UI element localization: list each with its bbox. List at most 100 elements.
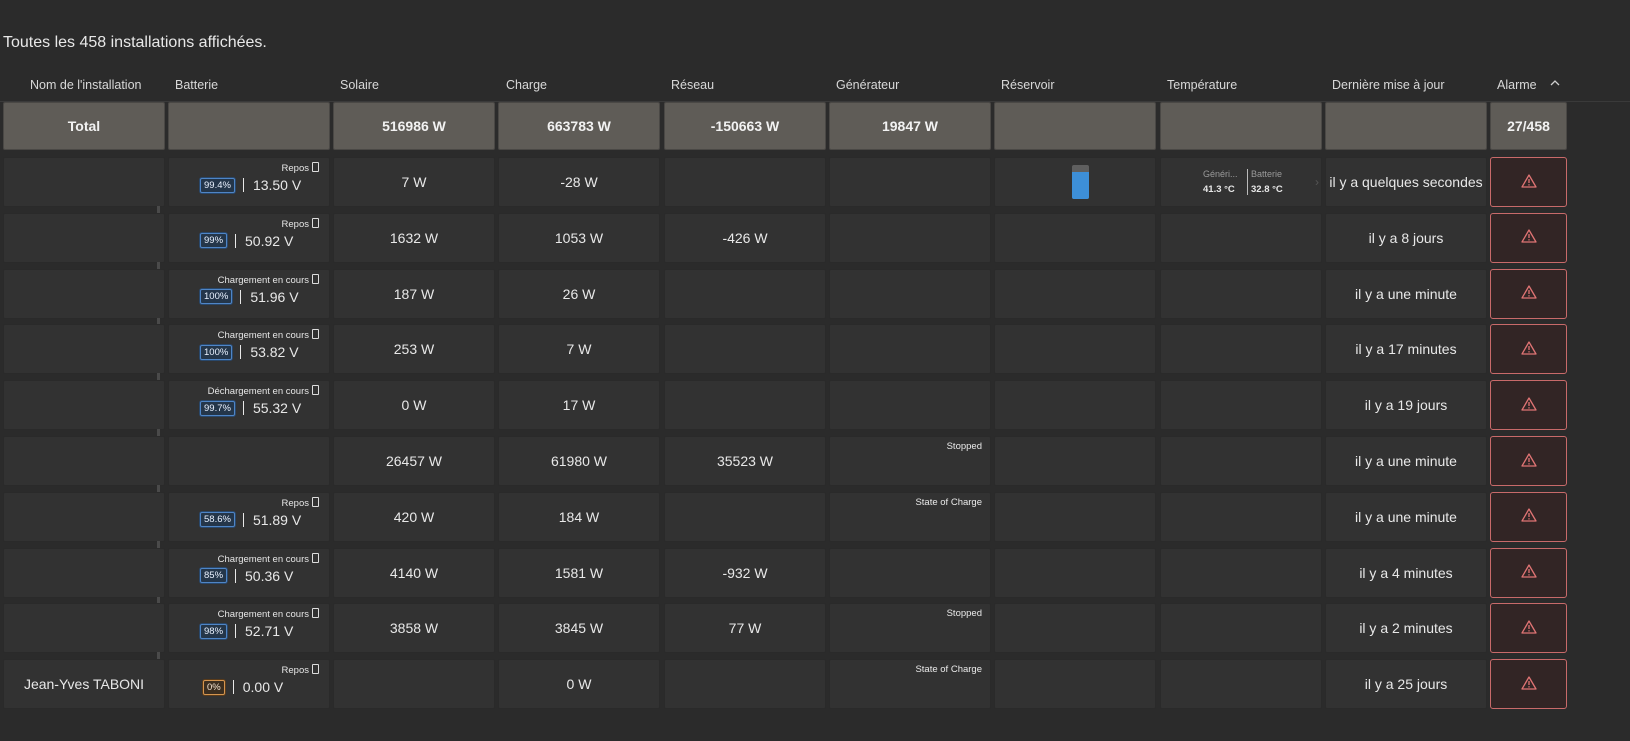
separator-bar xyxy=(242,512,244,527)
col-header-tank[interactable]: Réservoir xyxy=(1001,78,1055,92)
cell-temperature xyxy=(1160,268,1322,319)
col-header-generator[interactable]: Générateur xyxy=(836,78,899,92)
cell-name[interactable]: Jean-Yves TABONI xyxy=(3,659,165,710)
cell-grid: 35523 W xyxy=(664,436,826,486)
battery-status-label: Chargement en cours xyxy=(217,609,309,621)
temp-sensor-1-label: Généri... xyxy=(1203,169,1238,179)
cell-solar: 187 W xyxy=(333,268,495,319)
alarm-button[interactable] xyxy=(1490,380,1567,431)
alarm-button[interactable] xyxy=(1490,491,1567,542)
cell-grid: 77 W xyxy=(664,603,826,654)
cell-updated: il y a 19 jours xyxy=(1325,380,1487,431)
cell-temperature xyxy=(1160,659,1322,710)
battery-voltage-value: 0.00 V xyxy=(242,679,284,696)
col-header-name[interactable]: Nom de l'installation xyxy=(30,78,141,92)
battery-voltage: 51.96 V xyxy=(240,288,299,305)
cell-updated: il y a 4 minutes xyxy=(1325,547,1487,598)
battery-voltage-value: 55.32 V xyxy=(252,400,302,417)
cell-name[interactable] xyxy=(3,603,165,654)
soc-badge: 0% xyxy=(203,679,225,695)
alarm-button[interactable] xyxy=(1490,157,1567,207)
battery-icon xyxy=(312,552,319,563)
cell-load: 0 W xyxy=(498,659,660,710)
battery-status: Chargement en cours xyxy=(217,273,319,286)
generator-state: State of Charge xyxy=(915,664,982,676)
cell-load: -28 W xyxy=(498,157,660,207)
cell-battery: Déchargement en cours 99.7% 55.32 V xyxy=(168,380,330,431)
total-tank xyxy=(994,102,1156,150)
battery-voltage-value: 51.96 V xyxy=(250,288,299,305)
battery-status: Repos xyxy=(282,664,319,676)
cell-load: 26 W xyxy=(498,268,660,319)
cell-updated: il y a quelques secondes xyxy=(1325,157,1487,207)
chevron-right-icon[interactable]: › xyxy=(1315,175,1319,189)
cell-name[interactable] xyxy=(3,380,165,431)
temp-sensor-2-value: 32.8 °C xyxy=(1251,184,1283,195)
battery-voltage-value: 52.71 V xyxy=(245,623,294,640)
cell-grid xyxy=(664,380,826,431)
battery-voltage-value: 13.50 V xyxy=(252,177,302,193)
cell-solar: 7 W xyxy=(333,157,495,207)
col-header-alarm[interactable]: Alarme xyxy=(1497,78,1537,92)
alarm-button[interactable] xyxy=(1490,212,1567,263)
cell-grid xyxy=(664,491,826,542)
cell-updated: il y a 2 minutes xyxy=(1325,603,1487,654)
alarm-button[interactable] xyxy=(1490,324,1567,375)
battery-status-label: Repos xyxy=(281,163,309,174)
cell-updated: il y a 8 jours xyxy=(1325,212,1487,263)
warning-triangle-icon xyxy=(1520,620,1537,637)
cell-generator: Stopped xyxy=(829,436,991,486)
cell-generator xyxy=(829,157,991,207)
col-header-solar[interactable]: Solaire xyxy=(340,78,379,92)
battery-reading: 100% 51.96 V xyxy=(200,289,299,305)
warning-triangle-icon xyxy=(1520,285,1537,302)
cell-solar: 3858 W xyxy=(333,603,495,654)
temp-sensor-2: Batterie 32.8 °C xyxy=(1251,169,1283,195)
battery-voltage: 13.50 V xyxy=(242,177,302,193)
battery-reading: 99.4% 13.50 V xyxy=(200,177,301,193)
col-header-updated[interactable]: Dernière mise à jour xyxy=(1332,78,1445,92)
col-header-temperature[interactable]: Température xyxy=(1167,78,1237,92)
battery-status-label: Repos xyxy=(281,218,309,230)
cell-generator xyxy=(829,380,991,431)
battery-icon xyxy=(312,608,319,619)
separator-bar xyxy=(240,345,242,360)
col-header-grid[interactable]: Réseau xyxy=(671,78,714,92)
cell-temperature[interactable]: Généri... 41.3 °C Batterie 32.8 °C › xyxy=(1160,157,1322,207)
cell-solar: 26457 W xyxy=(333,436,495,486)
cell-load: 3845 W xyxy=(498,603,660,654)
cell-name[interactable] xyxy=(3,436,165,486)
battery-reading: 58.6% 51.89 V xyxy=(200,512,301,528)
cell-name[interactable] xyxy=(3,157,165,207)
battery-status-label: Repos xyxy=(281,665,309,677)
separator-bar xyxy=(235,568,237,583)
cell-name[interactable] xyxy=(3,212,165,263)
col-header-load[interactable]: Charge xyxy=(506,78,547,92)
generator-state: Stopped xyxy=(946,608,982,620)
cell-battery: Repos 99.4% 13.50 V xyxy=(168,157,330,207)
cell-grid xyxy=(664,157,826,207)
cell-temperature xyxy=(1160,491,1322,542)
cell-name[interactable] xyxy=(3,547,165,598)
soc-badge: 99.4% xyxy=(200,177,235,193)
cell-load: 61980 W xyxy=(498,436,660,486)
cell-name[interactable] xyxy=(3,491,165,542)
cell-updated: il y a une minute xyxy=(1325,436,1487,486)
alarm-button[interactable] xyxy=(1490,659,1567,710)
alarm-button[interactable] xyxy=(1490,268,1567,319)
chevron-up-icon[interactable] xyxy=(1550,78,1560,90)
alarm-button[interactable] xyxy=(1490,547,1567,598)
cell-name[interactable] xyxy=(3,268,165,319)
tank-fill xyxy=(1072,171,1089,199)
cell-generator xyxy=(829,547,991,598)
cell-tank xyxy=(994,268,1156,319)
cell-load: 1581 W xyxy=(498,547,660,598)
cell-updated: il y a une minute xyxy=(1325,268,1487,319)
alarm-button[interactable] xyxy=(1490,436,1567,486)
alarm-button[interactable] xyxy=(1490,603,1567,654)
battery-voltage: 0.00 V xyxy=(232,679,284,696)
cell-name[interactable] xyxy=(3,324,165,375)
battery-status-label: Chargement en cours xyxy=(217,274,309,286)
separator-bar xyxy=(240,289,242,304)
col-header-battery[interactable]: Batterie xyxy=(175,78,218,92)
